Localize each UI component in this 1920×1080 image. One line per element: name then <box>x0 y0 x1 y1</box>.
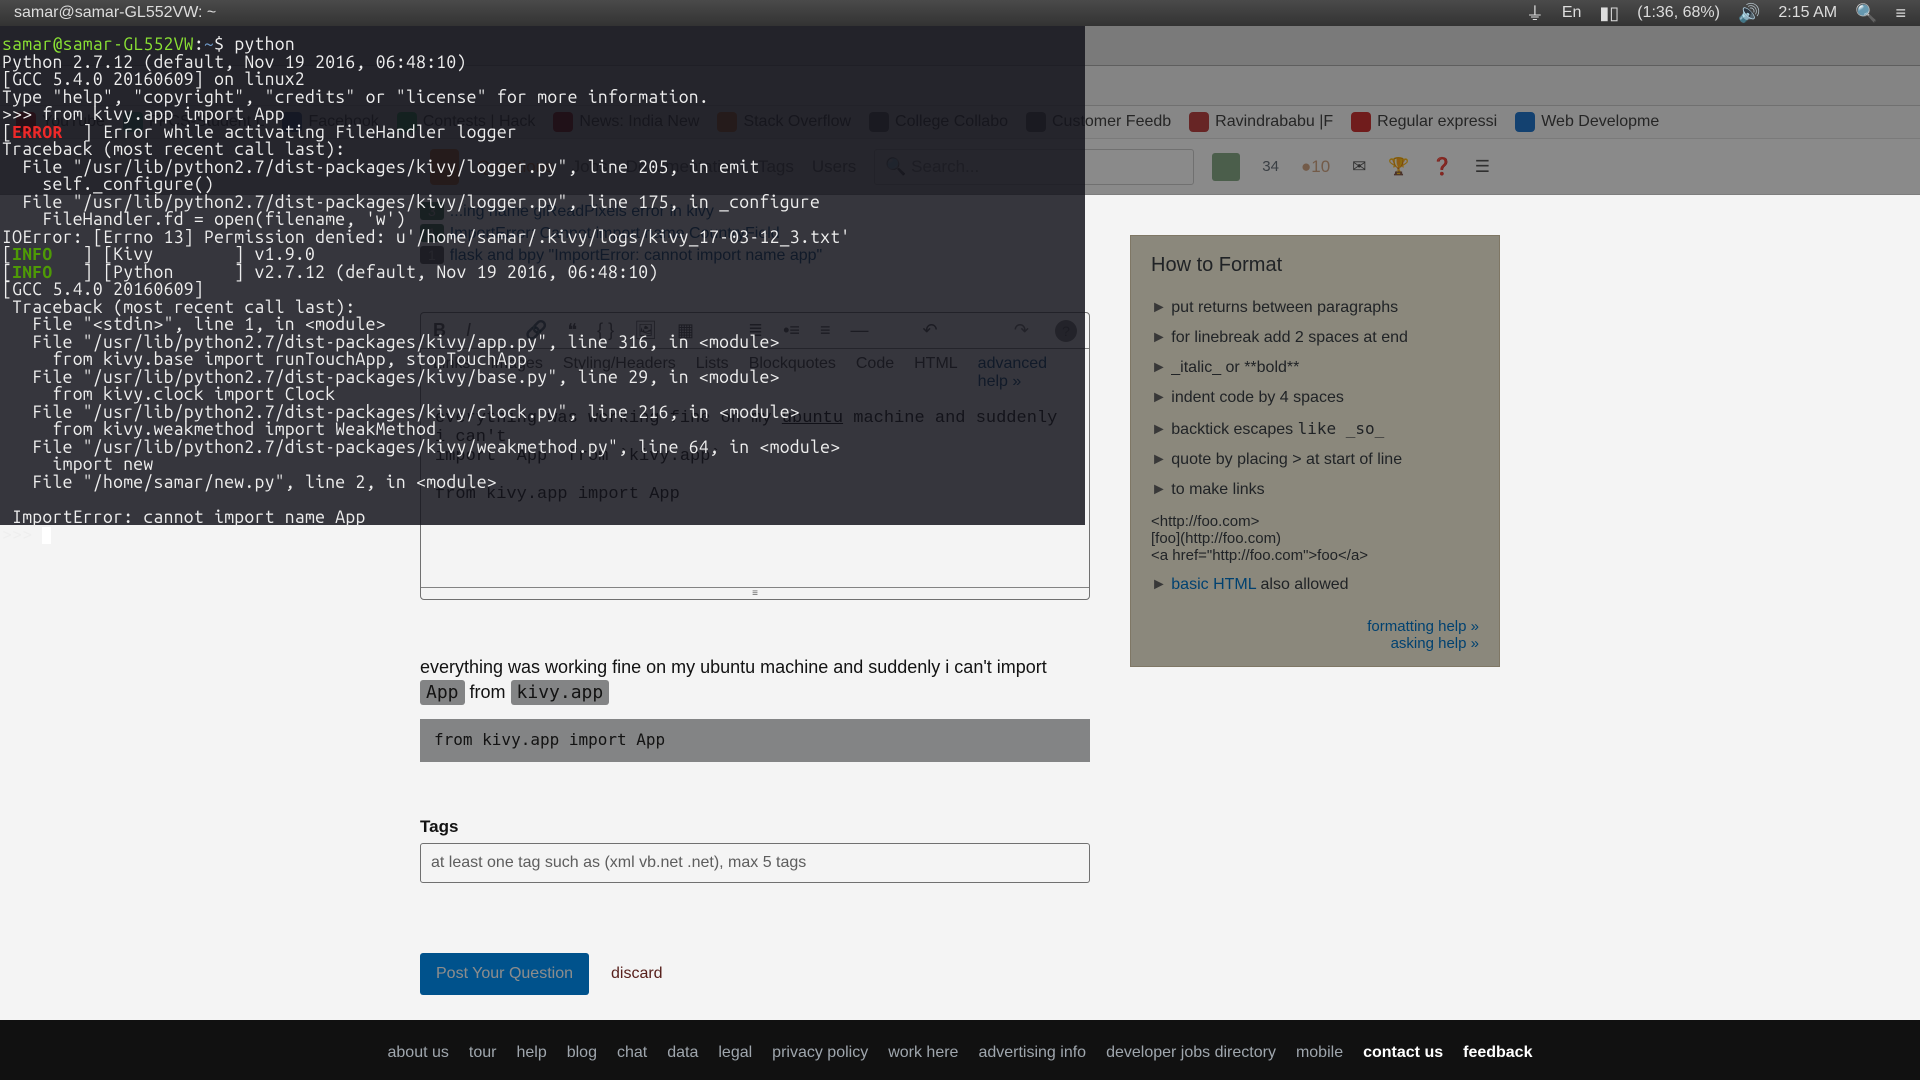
footer-link[interactable]: developer jobs directory <box>1106 1044 1276 1061</box>
battery-text: (1:36, 68%) <box>1637 4 1720 22</box>
inbox-icon[interactable]: ✉ <box>1352 157 1366 177</box>
bookmark-label: Regular expressi <box>1377 113 1497 131</box>
preview-text: everything was working fine on my ubuntu… <box>420 657 1047 677</box>
menu-icon[interactable]: ≡ <box>1895 3 1906 24</box>
bookmark-item[interactable]: Web Developme <box>1515 112 1659 132</box>
language-indicator[interactable]: En <box>1562 4 1582 22</box>
footer-link[interactable]: blog <box>567 1044 597 1061</box>
tags-input[interactable]: at least one tag such as (xml vb.net .ne… <box>420 843 1090 883</box>
spotlight-icon[interactable]: 🔍 <box>1855 3 1877 24</box>
howto-example: <http://foo.com> [foo](http://foo.com) <… <box>1151 513 1479 564</box>
footer-link[interactable]: help <box>516 1044 546 1061</box>
footer-link[interactable]: mobile <box>1296 1044 1343 1061</box>
bronze-badge-count: ●10 <box>1301 157 1330 177</box>
user-reputation: 34 <box>1262 158 1279 175</box>
help-icon[interactable]: ❓ <box>1432 157 1453 177</box>
howto-item: to make links <box>1151 475 1479 505</box>
howto-item: backtick escapes like _so_ <box>1151 413 1479 445</box>
howto-item: quote by placing > at start of line <box>1151 445 1479 475</box>
preview-code-app: App <box>420 680 465 705</box>
battery-icon[interactable]: ▮▯ <box>1599 3 1619 24</box>
discard-link[interactable]: discard <box>611 965 663 983</box>
footer-link[interactable]: tour <box>469 1044 497 1061</box>
window-title: samar@samar-GL552VW: ~ <box>14 4 1526 22</box>
howto-item: put returns between paragraphs <box>1151 293 1479 323</box>
footer-link[interactable]: legal <box>718 1044 752 1061</box>
footer-link[interactable]: chat <box>617 1044 647 1061</box>
macos-menubar: samar@samar-GL552VW: ~ ⏚ En ▮▯ (1:36, 68… <box>0 0 1920 26</box>
tags-label: Tags <box>420 817 1090 837</box>
asking-help-link[interactable]: asking help » <box>1391 635 1479 652</box>
footer-link[interactable]: about us <box>388 1044 449 1061</box>
footer-link[interactable]: data <box>667 1044 698 1061</box>
bookmark-label: Web Developme <box>1541 113 1659 131</box>
howto-item: indent code by 4 spaces <box>1151 383 1479 413</box>
editor-resize-grip[interactable]: ≡ <box>421 587 1089 599</box>
achievements-icon[interactable]: 🏆 <box>1388 157 1409 177</box>
stackoverflow-footer: about us tour help blog chat data legal privacy… <box>0 1020 1920 1080</box>
clock-time: 2:15 AM <box>1778 4 1837 22</box>
footer-link[interactable]: work here <box>888 1044 958 1061</box>
preview-code-kivy: kivy.app <box>511 680 610 705</box>
question-preview: everything was working fine on my ubuntu… <box>420 655 1090 762</box>
preview-codeblock: from kivy.app import App <box>420 719 1090 761</box>
bookmark-item[interactable]: Ravindrababu |F <box>1189 112 1333 132</box>
footer-link[interactable]: feedback <box>1463 1044 1532 1061</box>
tags-placeholder: at least one tag such as (xml vb.net .ne… <box>431 854 806 872</box>
howto-title: How to Format <box>1151 254 1479 277</box>
bookmark-favicon-icon <box>1189 112 1209 132</box>
hamburger-icon[interactable]: ☰ <box>1475 157 1490 177</box>
bookmark-favicon-icon <box>1515 112 1535 132</box>
howto-item: for linebreak add 2 spaces at end <box>1151 323 1479 353</box>
footer-link[interactable]: contact us <box>1363 1044 1443 1061</box>
howto-item: _italic_ or **bold** <box>1151 353 1479 383</box>
post-question-button[interactable]: Post Your Question <box>420 953 589 995</box>
formatting-help-link[interactable]: formatting help » <box>1367 618 1479 635</box>
howto-basic-html: basic HTML also allowed <box>1151 570 1479 600</box>
wifi-icon[interactable]: ⏚ <box>1526 0 1544 26</box>
volume-icon[interactable]: 🔊 <box>1738 3 1760 24</box>
footer-link[interactable]: privacy policy <box>772 1044 868 1061</box>
bookmark-item[interactable]: Regular expressi <box>1351 112 1497 132</box>
avatar[interactable] <box>1212 153 1240 181</box>
bookmark-label: Ravindrababu |F <box>1215 113 1333 131</box>
how-to-format-panel: How to Format put returns between paragr… <box>1130 235 1500 667</box>
bookmark-favicon-icon <box>1351 112 1371 132</box>
terminal-window[interactable]: samar@samar-GL552VW:~$ pythonPython 2.7.… <box>0 0 1085 525</box>
footer-link[interactable]: advertising info <box>978 1044 1086 1061</box>
